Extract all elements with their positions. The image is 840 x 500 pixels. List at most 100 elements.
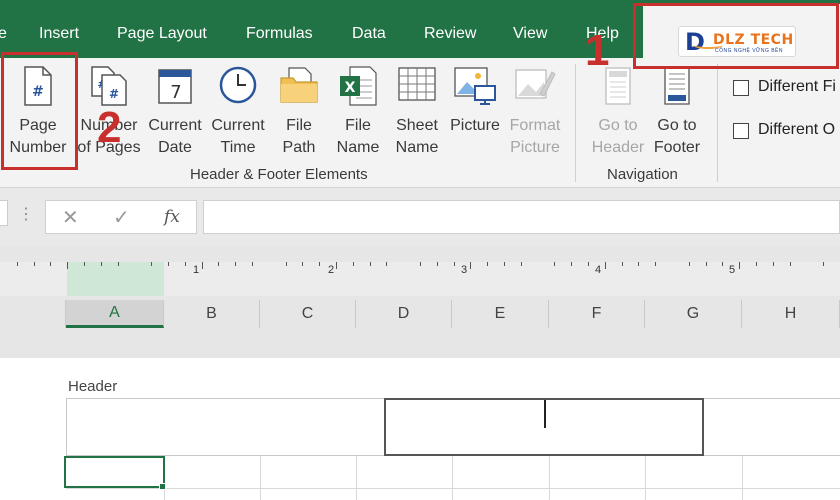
tab-view[interactable]: View (513, 25, 547, 43)
group-label-header-footer-elements: Header & Footer Elements (190, 166, 368, 183)
annotation-box-page-number (1, 52, 78, 170)
different-odd-even-checkbox[interactable]: Different O (733, 121, 840, 143)
ruler-margin-highlight (67, 262, 164, 296)
column-header-e[interactable]: E (452, 300, 549, 328)
ruler-tick (756, 262, 757, 266)
column-header-f[interactable]: F (549, 300, 645, 328)
svg-text:X: X (345, 80, 356, 96)
ruler-tick (50, 262, 51, 266)
column-gridline (742, 456, 743, 500)
tab-review[interactable]: Review (424, 25, 476, 43)
group-divider (575, 64, 576, 182)
ruler-number: 5 (729, 264, 736, 276)
ruler-number: 2 (328, 264, 335, 276)
current-time-button[interactable]: Current Time (208, 58, 268, 162)
ruler-tick (202, 262, 203, 269)
ruler-tick (420, 262, 421, 266)
ruler-tick (437, 262, 438, 266)
column-headers: A B C D E F G H (0, 300, 840, 328)
formula-bar-grip-icon[interactable]: ⋮ (18, 204, 34, 224)
column-header-b[interactable]: B (164, 300, 260, 328)
number-of-pages-icon: # # (91, 66, 127, 106)
file-path-label-2: Path (282, 139, 316, 156)
checkbox-box[interactable] (733, 80, 749, 96)
ruler: 1 2 3 4 5 (0, 246, 840, 300)
ruler-tick (554, 262, 555, 266)
ruler-tick (67, 262, 68, 269)
checkbox-box[interactable] (733, 123, 749, 139)
fill-handle[interactable] (159, 483, 166, 490)
ruler-tick (34, 262, 35, 266)
ruler-tick (521, 262, 522, 266)
formula-input[interactable] (203, 200, 840, 234)
sheet-name-button[interactable]: Sheet Name (390, 58, 444, 162)
ruler-tick (655, 262, 656, 266)
page-gap (0, 328, 840, 358)
format-picture-icon (515, 69, 556, 99)
go-to-header-label-2: Header (591, 139, 645, 156)
ruler-tick (235, 262, 236, 266)
ruler-tick (638, 262, 639, 266)
ruler-tick (504, 262, 505, 266)
insert-function-icon[interactable]: fx (164, 207, 180, 227)
column-header-a[interactable]: A (66, 300, 164, 328)
svg-text:#: # (109, 87, 119, 101)
tab-insert[interactable]: Insert (39, 25, 79, 43)
go-to-footer-button[interactable]: Go to Footer (648, 58, 706, 162)
formula-buttons: ✕ ✓ fx (45, 200, 197, 234)
tab-page-layout[interactable]: Page Layout (117, 25, 207, 43)
ruler-tick (386, 262, 387, 266)
cancel-icon[interactable]: ✕ (62, 205, 79, 230)
tab-formulas[interactable]: Formulas (246, 25, 313, 43)
svg-text:7: 7 (170, 82, 181, 103)
enter-icon[interactable]: ✓ (113, 205, 130, 230)
checkbox-label: Different Fi (758, 78, 836, 95)
row-header-corner (0, 300, 66, 328)
name-box[interactable] (0, 200, 8, 226)
ruler-tick (101, 262, 102, 266)
ruler-tick (302, 262, 303, 266)
file-name-button[interactable]: X File Name (330, 58, 386, 162)
ruler-tick (588, 262, 589, 266)
column-header-h[interactable]: H (742, 300, 840, 328)
file-path-button[interactable]: File Path (272, 58, 326, 162)
ruler-tick (118, 262, 119, 266)
current-date-button[interactable]: 7 Current Date (145, 58, 205, 162)
format-picture-label-1: Format (509, 117, 561, 134)
ruler-tick (790, 262, 791, 266)
ruler-tick (185, 262, 186, 266)
column-header-g[interactable]: G (645, 300, 742, 328)
ribbon: # PageNumber # # Numberof Pages 7 Curren… (0, 58, 840, 188)
ruler-tick (622, 262, 623, 266)
ruler-tick (706, 262, 707, 266)
ruler-tick (218, 262, 219, 266)
annotation-number-1: 1 (585, 26, 610, 75)
go-to-footer-icon (664, 67, 690, 105)
column-header-d[interactable]: D (356, 300, 452, 328)
tab-data[interactable]: Data (352, 25, 386, 43)
annotation-box-tab (633, 3, 839, 69)
sheet-name-label-1: Sheet (396, 117, 438, 134)
ruler-tick (17, 262, 18, 266)
file-name-label-2: Name (336, 139, 380, 156)
ruler-number: 1 (193, 264, 200, 276)
ruler-tick (605, 262, 606, 269)
different-first-page-checkbox[interactable]: Different Fi (733, 78, 840, 100)
current-date-label-1: Current (148, 117, 202, 134)
ruler-number: 4 (595, 264, 602, 276)
picture-button[interactable]: Picture (446, 58, 504, 162)
active-cell-a1[interactable] (64, 456, 165, 488)
ruler-tick (470, 262, 471, 269)
ruler-tick (286, 262, 287, 266)
ruler-tick (252, 262, 253, 266)
current-time-label-1: Current (211, 117, 265, 134)
column-header-c[interactable]: C (260, 300, 356, 328)
tab-file[interactable]: e (0, 25, 7, 43)
ruler-tick (84, 262, 85, 266)
file-name-label-1: File (345, 117, 371, 134)
column-gridline (645, 456, 646, 500)
ruler-tick (739, 262, 740, 269)
go-to-header-label-1: Go to (598, 117, 638, 134)
excel-file-icon: X (340, 66, 377, 106)
format-picture-button[interactable]: Format Picture (504, 58, 566, 162)
